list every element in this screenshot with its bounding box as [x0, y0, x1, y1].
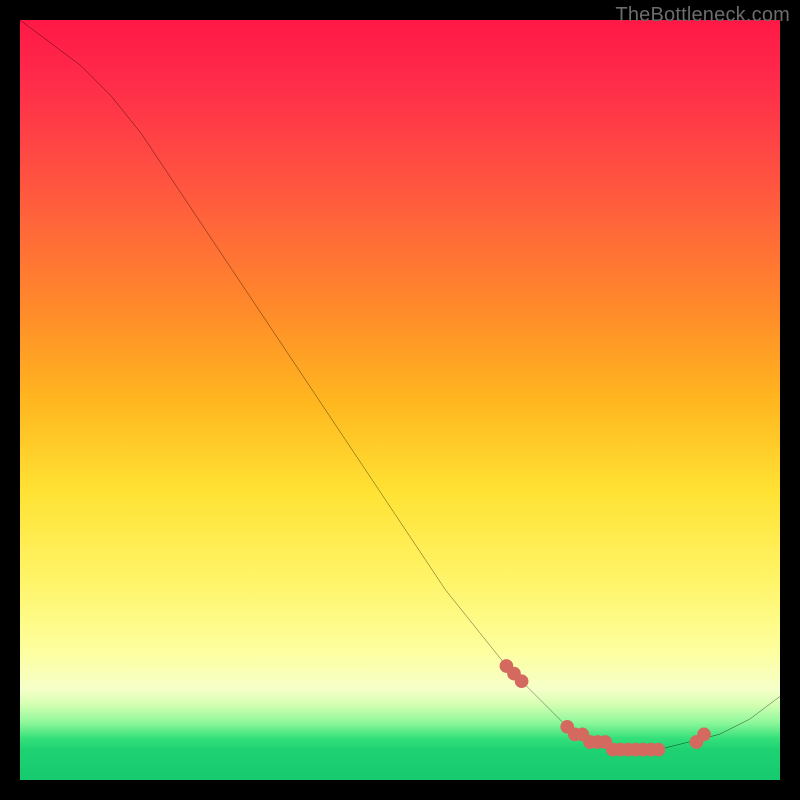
marker-dot — [568, 728, 582, 742]
marker-dot — [598, 735, 612, 749]
curve-layer — [20, 20, 780, 780]
marker-dot — [629, 743, 643, 757]
marker-dot — [606, 743, 620, 757]
marker-dot — [697, 728, 711, 742]
chart-frame: TheBottleneck.com — [0, 0, 800, 800]
bottleneck-curve — [20, 20, 780, 750]
plot-area — [20, 20, 780, 780]
marker-dot — [621, 743, 635, 757]
marker-dot — [500, 659, 514, 673]
marker-dot — [690, 735, 704, 749]
highlight-points — [500, 659, 711, 756]
marker-dot — [644, 743, 658, 757]
marker-dot — [515, 674, 529, 688]
watermark-text: TheBottleneck.com — [615, 4, 790, 27]
marker-dot — [652, 743, 666, 757]
marker-dot — [614, 743, 628, 757]
marker-dot — [636, 743, 650, 757]
marker-dot — [591, 735, 605, 749]
marker-dot — [583, 735, 597, 749]
marker-dot — [560, 720, 574, 734]
marker-dot — [507, 667, 521, 681]
marker-dot — [576, 728, 590, 742]
